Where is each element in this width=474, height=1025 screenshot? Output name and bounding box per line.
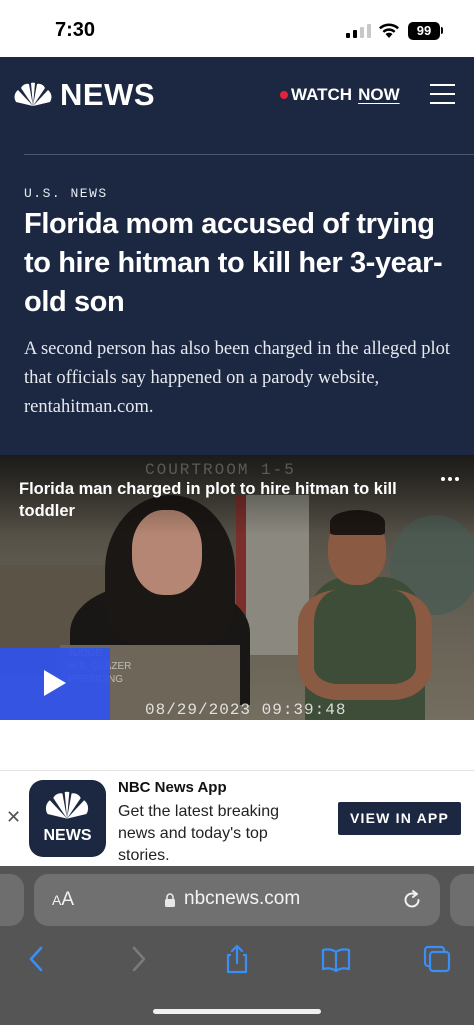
url-text: nbcnews.com [184, 888, 301, 909]
article-hero: U.S. NEWS Florida mom accused of trying … [0, 157, 474, 455]
app-icon[interactable]: NEWS [29, 780, 106, 857]
tabs-icon[interactable] [422, 944, 452, 974]
courtroom-label: COURTROOM 1-5 [145, 461, 296, 479]
battery-icon: 99 [408, 22, 440, 40]
live-dot-icon [280, 91, 288, 99]
aa-big: A [61, 889, 75, 910]
address-bar[interactable]: AA nbcnews.com [34, 874, 440, 926]
video-player[interactable]: COURTROOM 1-5 Florida man charged in plo… [0, 455, 474, 720]
header-divider [24, 154, 474, 155]
section-label[interactable]: U.S. NEWS [24, 186, 108, 201]
video-title: Florida man charged in plot to hire hitm… [19, 480, 397, 520]
more-icon[interactable] [441, 477, 459, 483]
play-button[interactable] [0, 648, 110, 720]
home-indicator [153, 1009, 321, 1014]
menu-icon[interactable] [430, 84, 455, 104]
forward-icon[interactable] [123, 944, 153, 974]
previous-tab-peek[interactable] [0, 874, 24, 926]
share-icon[interactable] [222, 944, 252, 974]
peacock-logo [45, 791, 89, 819]
bookmarks-icon[interactable] [321, 944, 351, 974]
lock-icon [165, 893, 175, 907]
status-bar: 7:30 99 [0, 0, 474, 57]
status-time: 7:30 [55, 19, 96, 41]
reload-icon[interactable] [401, 889, 423, 911]
app-description: Get the latest breaking news and today's… [118, 803, 279, 864]
watch-label: WATCH [291, 85, 353, 104]
app-name: NBC News App [118, 779, 227, 796]
app-banner: ✕ NEWS NBC News App Get the latest break… [0, 770, 474, 866]
view-in-app-button[interactable]: VIEW IN APP [338, 802, 461, 835]
reader-settings-button[interactable]: AA [52, 889, 74, 911]
aa-small: A [52, 892, 62, 908]
video-timestamp: 08/29/2023 09:39:48 [145, 701, 347, 719]
logo-text: NEWS [60, 77, 155, 112]
now-label: NOW [358, 85, 400, 104]
battery-tip [441, 27, 443, 34]
play-icon [44, 670, 66, 696]
browser-toolbar: AA nbcnews.com [0, 866, 474, 1025]
watch-now-link[interactable]: WATCH NOW [280, 85, 400, 105]
wifi-icon [379, 23, 399, 38]
cellular-signal-icon [346, 23, 372, 38]
close-icon[interactable]: ✕ [6, 809, 21, 827]
nbc-news-logo[interactable]: NEWS [12, 77, 155, 112]
article-headline: Florida mom accused of trying to hire hi… [24, 208, 443, 318]
peacock-logo [14, 82, 52, 106]
site-header: NEWS WATCH NOW [0, 57, 474, 157]
back-icon[interactable] [22, 944, 52, 974]
next-tab-peek[interactable] [450, 874, 474, 926]
article-dek: A second person has also been charged in… [24, 339, 451, 417]
video-scene-man-arms [298, 590, 432, 700]
app-icon-label: NEWS [43, 827, 92, 844]
